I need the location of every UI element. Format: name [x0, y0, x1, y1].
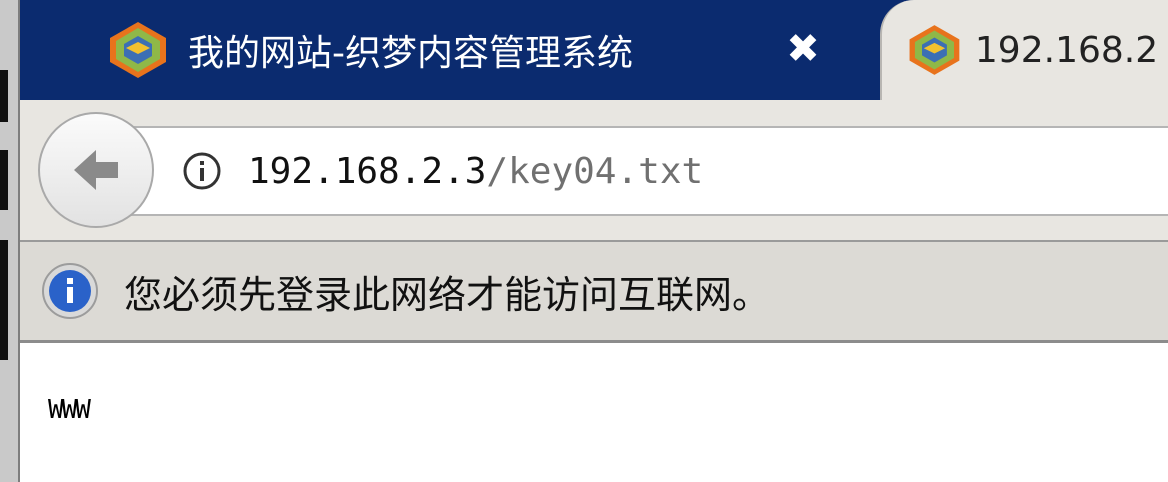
tab-title: 我的网站-织梦内容管理系统 [188, 33, 633, 74]
dedecms-logo-icon [110, 22, 166, 78]
notification-bar: 您必须先登录此网络才能访问互联网。 [20, 242, 1168, 343]
tab-active[interactable]: 我的网站-织梦内容管理系统 ✖ [20, 0, 860, 100]
url-bar[interactable]: 192.168.2.3/key04.txt [118, 126, 1168, 216]
notification-text: 您必须先登录此网络才能访问互联网。 [124, 272, 771, 317]
info-icon [42, 263, 98, 319]
navigation-toolbar: 192.168.2.3/key04.txt [20, 100, 1168, 242]
url-host: 192.168.2.3 [248, 150, 487, 192]
page-content: WWW [20, 343, 1168, 482]
tab-strip: 我的网站-织梦内容管理系统 ✖ 192.168.2 [20, 0, 1168, 100]
window-edge [0, 0, 20, 482]
back-button[interactable] [38, 112, 154, 228]
back-arrow-icon [74, 150, 118, 190]
tab-title: 192.168.2 [974, 29, 1159, 71]
url-path: /key04.txt [486, 150, 704, 192]
close-tab-icon[interactable]: ✖ [778, 24, 828, 74]
file-content-text: WWW [48, 395, 91, 425]
dedecms-logo-icon [909, 25, 960, 75]
url-text[interactable]: 192.168.2.3/key04.txt [248, 151, 703, 192]
tab-inactive[interactable]: 192.168.2 [880, 0, 1168, 100]
info-circle-icon[interactable] [182, 151, 222, 191]
